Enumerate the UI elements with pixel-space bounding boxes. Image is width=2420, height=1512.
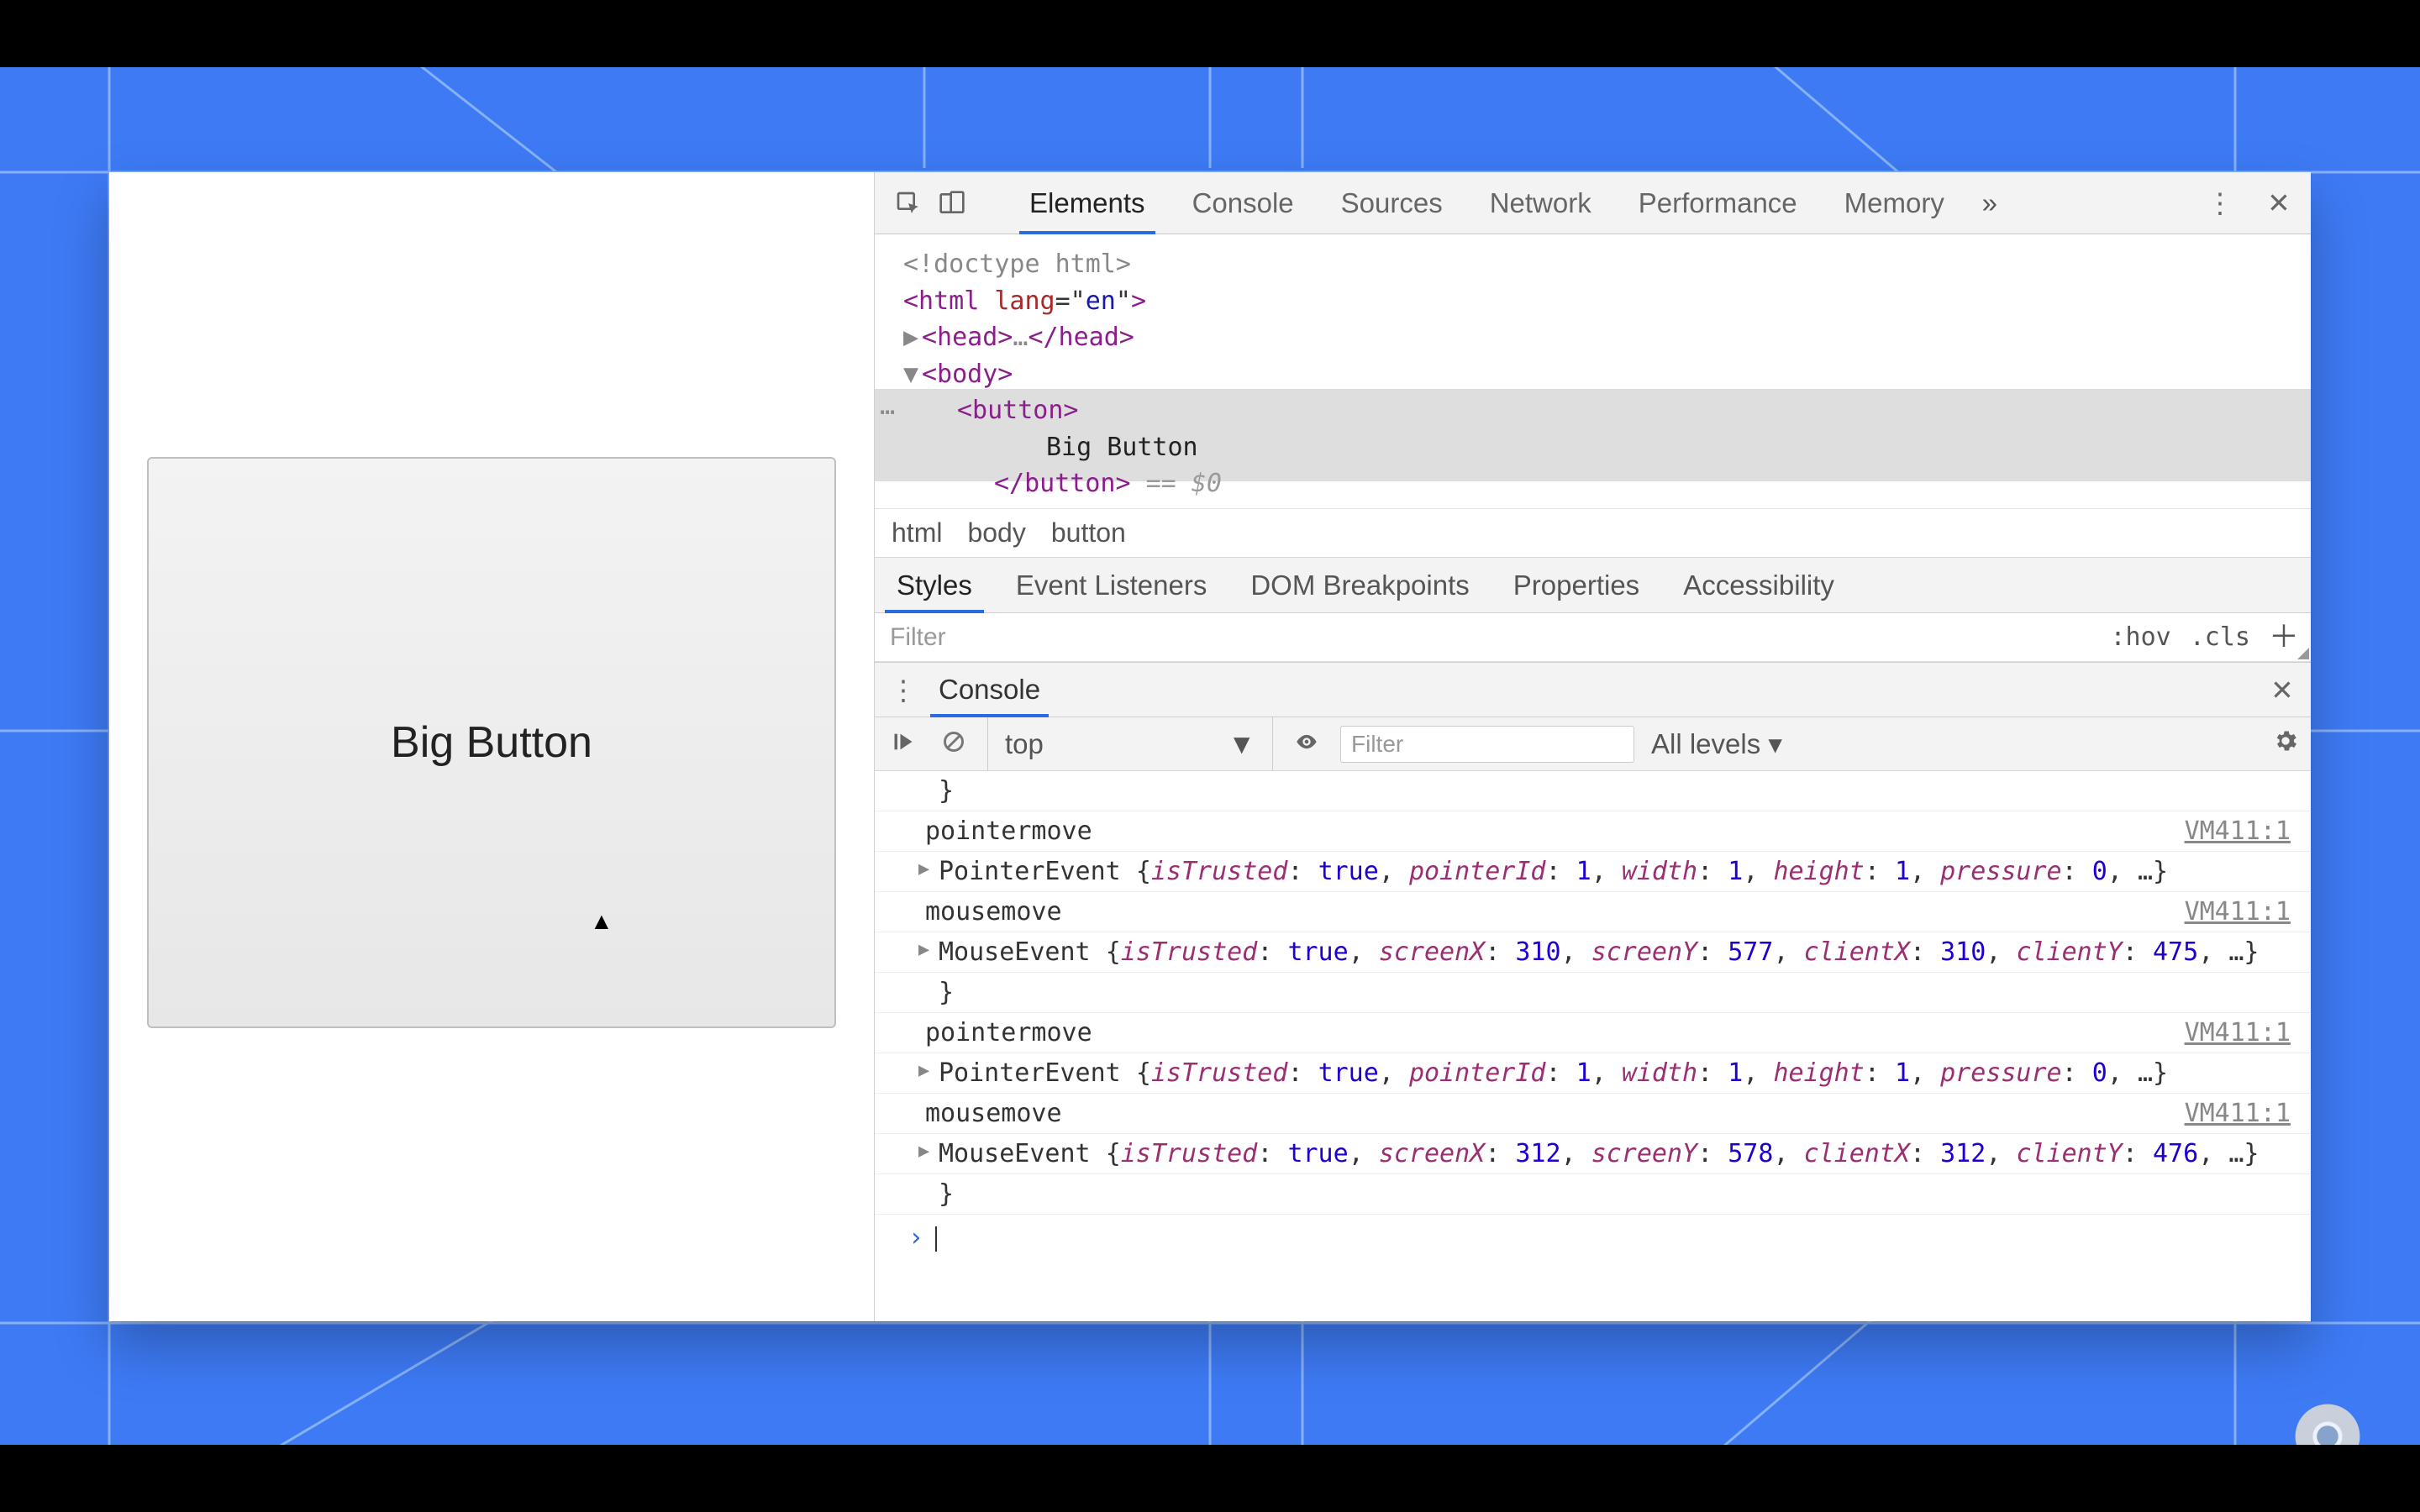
page-preview-pane: Big Button ▲ bbox=[109, 172, 874, 1321]
subtab-styles-label: Styles bbox=[897, 570, 972, 601]
subtab-styles[interactable]: Styles bbox=[875, 558, 994, 612]
clear-console-icon[interactable] bbox=[937, 728, 971, 760]
more-tabs-icon[interactable]: » bbox=[1973, 186, 2007, 220]
console-filter-input[interactable] bbox=[1340, 726, 1634, 763]
tab-performance-label: Performance bbox=[1639, 187, 1797, 219]
subtab-properties[interactable]: Properties bbox=[1491, 558, 1661, 612]
log-source-link[interactable]: VM411:1 bbox=[2185, 816, 2291, 846]
dom-html-open: <html lang="en"> bbox=[903, 283, 2287, 320]
expand-caret-icon[interactable]: ▶ bbox=[918, 939, 929, 960]
breadcrumb-button[interactable]: button bbox=[1051, 517, 1126, 549]
expand-caret-icon[interactable]: ▶ bbox=[918, 1060, 929, 1081]
resize-corner-icon[interactable] bbox=[2297, 648, 2309, 659]
console-log-line[interactable]: } bbox=[875, 771, 2311, 811]
dom-body-close: </body> bbox=[903, 502, 2287, 509]
device-toolbar-icon[interactable] bbox=[935, 186, 969, 220]
dom-button-close: </button> == $0 bbox=[903, 465, 2287, 502]
cls-toggle[interactable]: .cls bbox=[2190, 622, 2250, 653]
console-log-line[interactable]: mousemoveVM411:1 bbox=[875, 1094, 2311, 1134]
drawer-tab-console-label: Console bbox=[939, 674, 1040, 706]
dom-head[interactable]: ▶<head>…</head> bbox=[903, 319, 2287, 356]
drawer-tab-console[interactable]: Console bbox=[920, 663, 1059, 717]
inspect-element-icon[interactable] bbox=[892, 186, 925, 220]
hov-toggle[interactable]: :hov bbox=[2110, 622, 2170, 653]
log-source-link[interactable]: VM411:1 bbox=[2185, 897, 2291, 927]
devtools-tabstrip: Elements Console Sources Network Perform… bbox=[875, 172, 2311, 234]
console-drawer-header: ⋮ Console ✕ bbox=[875, 662, 2311, 717]
chevron-down-icon: ▼ bbox=[1228, 728, 1255, 760]
console-output[interactable]: }pointermoveVM411:1▶PointerEvent {isTrus… bbox=[875, 771, 2311, 1321]
tab-elements-label: Elements bbox=[1029, 187, 1145, 219]
live-expression-icon[interactable] bbox=[1290, 728, 1323, 760]
console-toolbar: top ▼ All levels ▾ bbox=[875, 717, 2311, 771]
selected-line-ellipsis-icon: ⋯ bbox=[880, 394, 895, 431]
dom-body-open[interactable]: ▼<body> bbox=[903, 356, 2287, 393]
tab-performance[interactable]: Performance bbox=[1620, 172, 1816, 234]
close-devtools-icon[interactable]: ✕ bbox=[2262, 186, 2296, 219]
expand-caret-icon[interactable]: ▶ bbox=[918, 858, 929, 879]
console-log-line[interactable]: ▶MouseEvent {isTrusted: true, screenX: 3… bbox=[875, 1134, 2311, 1174]
styles-filter-input[interactable] bbox=[890, 623, 2110, 652]
console-context-select[interactable]: top ▼ bbox=[987, 717, 1273, 770]
mouse-cursor-icon: ▲ bbox=[590, 908, 613, 935]
dom-doctype: <!doctype html> bbox=[903, 246, 2287, 283]
devtools-pane: Elements Console Sources Network Perform… bbox=[874, 172, 2311, 1321]
console-log-line[interactable]: pointermoveVM411:1 bbox=[875, 811, 2311, 852]
console-log-line: } bbox=[875, 1174, 2311, 1215]
tab-sources[interactable]: Sources bbox=[1323, 172, 1461, 234]
console-step-icon[interactable] bbox=[886, 728, 920, 760]
console-prompt[interactable]: › bbox=[875, 1215, 2311, 1269]
kebab-menu-icon[interactable]: ⋮ bbox=[2203, 186, 2237, 219]
tab-sources-label: Sources bbox=[1341, 187, 1443, 219]
dom-button-text: Big Button bbox=[903, 429, 2287, 466]
drawer-kebab-icon[interactable]: ⋮ bbox=[886, 674, 920, 706]
subtab-accessibility-label: Accessibility bbox=[1683, 570, 1834, 601]
breadcrumb-body[interactable]: body bbox=[967, 517, 1025, 549]
letterbox-bottom bbox=[0, 1445, 2420, 1512]
tab-console-label: Console bbox=[1192, 187, 1294, 219]
console-log-line[interactable]: mousemoveVM411:1 bbox=[875, 892, 2311, 932]
console-log-line[interactable]: pointermoveVM411:1 bbox=[875, 1013, 2311, 1053]
tab-network[interactable]: Network bbox=[1471, 172, 1610, 234]
tab-network-label: Network bbox=[1490, 187, 1591, 219]
breadcrumb-html[interactable]: html bbox=[892, 517, 942, 549]
console-context-label: top bbox=[1005, 728, 1044, 760]
tab-memory[interactable]: Memory bbox=[1826, 172, 1963, 234]
console-levels-label: All levels ▾ bbox=[1651, 727, 1782, 760]
console-settings-icon[interactable] bbox=[2272, 727, 2299, 761]
big-button-label: Big Button bbox=[391, 718, 592, 767]
styles-filter-row: :hov .cls ＋ bbox=[875, 613, 2311, 662]
subtab-event-listeners[interactable]: Event Listeners bbox=[994, 558, 1228, 612]
dom-button-open[interactable]: <button> bbox=[903, 392, 2287, 429]
tab-memory-label: Memory bbox=[1844, 187, 1944, 219]
prompt-caret-icon: › bbox=[908, 1223, 923, 1252]
subtab-event-listeners-label: Event Listeners bbox=[1016, 570, 1207, 601]
expand-caret-icon[interactable]: ▶ bbox=[918, 1141, 929, 1162]
console-log-line: } bbox=[875, 973, 2311, 1013]
console-log-line[interactable]: ▶MouseEvent {isTrusted: true, screenX: 3… bbox=[875, 932, 2311, 973]
breadcrumb: html body button bbox=[875, 508, 2311, 558]
new-style-rule-icon[interactable]: ＋ bbox=[2269, 622, 2299, 653]
elements-subtabs: Styles Event Listeners DOM Breakpoints P… bbox=[875, 558, 2311, 613]
dom-tree[interactable]: ⋯ <!doctype html> <html lang="en"> ▶<hea… bbox=[875, 234, 2311, 508]
tab-console[interactable]: Console bbox=[1174, 172, 1313, 234]
subtab-accessibility[interactable]: Accessibility bbox=[1661, 558, 1856, 612]
log-source-link[interactable]: VM411:1 bbox=[2185, 1018, 2291, 1047]
console-log-line[interactable]: ▶PointerEvent {isTrusted: true, pointerI… bbox=[875, 1053, 2311, 1094]
big-button[interactable]: Big Button ▲ bbox=[147, 457, 836, 1028]
subtab-dom-breakpoints[interactable]: DOM Breakpoints bbox=[1228, 558, 1491, 612]
log-source-link[interactable]: VM411:1 bbox=[2185, 1099, 2291, 1128]
subtab-dom-breakpoints-label: DOM Breakpoints bbox=[1250, 570, 1469, 601]
tab-elements[interactable]: Elements bbox=[1011, 172, 1164, 234]
drawer-close-icon[interactable]: ✕ bbox=[2265, 674, 2299, 706]
devtools-window: Big Button ▲ Elements Console Sources Ne… bbox=[109, 172, 2311, 1321]
subtab-properties-label: Properties bbox=[1513, 570, 1639, 601]
letterbox-top bbox=[0, 0, 2420, 67]
console-log-line[interactable]: ▶PointerEvent {isTrusted: true, pointerI… bbox=[875, 852, 2311, 892]
console-levels-select[interactable]: All levels ▾ bbox=[1651, 727, 1782, 760]
